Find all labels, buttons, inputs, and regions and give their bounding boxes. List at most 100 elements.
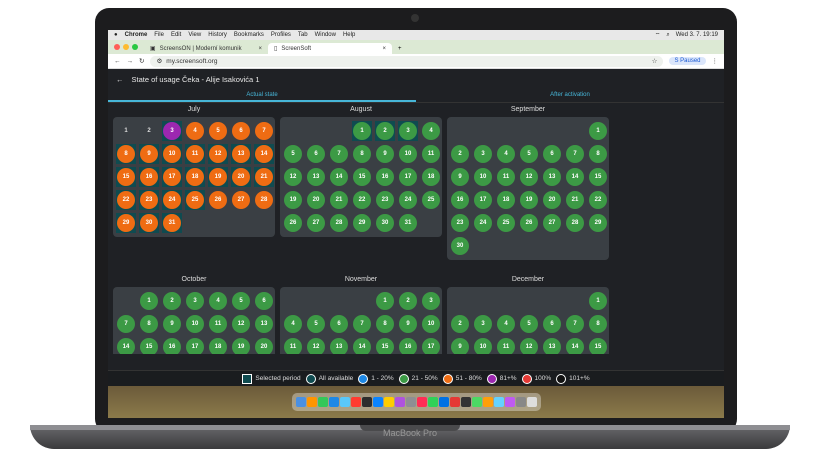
day-cell[interactable]: 14 bbox=[116, 337, 136, 354]
day-29[interactable]: 29 bbox=[589, 214, 607, 232]
day-cell[interactable]: 3 bbox=[421, 291, 441, 311]
day-cell[interactable]: 23 bbox=[375, 190, 395, 210]
day-cell[interactable]: 27 bbox=[542, 213, 562, 233]
day-14[interactable]: 14 bbox=[330, 168, 348, 186]
day-4[interactable]: 4 bbox=[422, 122, 440, 140]
day-4[interactable]: 4 bbox=[497, 315, 515, 333]
day-cell[interactable]: 4 bbox=[496, 314, 516, 334]
day-8[interactable]: 8 bbox=[140, 315, 158, 333]
day-19[interactable]: 19 bbox=[209, 168, 227, 186]
day-cell[interactable]: 6 bbox=[306, 144, 326, 164]
day-cell[interactable]: 2 bbox=[398, 291, 418, 311]
day-26[interactable]: 26 bbox=[520, 214, 538, 232]
day-2[interactable]: 2 bbox=[451, 315, 469, 333]
day-11[interactable]: 11 bbox=[186, 145, 204, 163]
day-20[interactable]: 20 bbox=[543, 191, 561, 209]
day-cell[interactable]: 30 bbox=[375, 213, 395, 233]
day-13[interactable]: 13 bbox=[543, 338, 561, 354]
day-18[interactable]: 18 bbox=[422, 168, 440, 186]
day-cell[interactable]: 6 bbox=[254, 291, 274, 311]
day-cell[interactable]: 11 bbox=[496, 337, 516, 354]
day-5[interactable]: 5 bbox=[307, 315, 325, 333]
zoom-window-button[interactable] bbox=[132, 44, 138, 50]
day-cell[interactable]: 8 bbox=[588, 314, 608, 334]
dock-app-icon[interactable] bbox=[339, 397, 350, 407]
day-8[interactable]: 8 bbox=[353, 145, 371, 163]
day-cell[interactable]: 5 bbox=[519, 144, 539, 164]
day-cell[interactable]: 13 bbox=[542, 337, 562, 354]
day-5[interactable]: 5 bbox=[520, 145, 538, 163]
day-10[interactable]: 10 bbox=[422, 315, 440, 333]
day-15[interactable]: 15 bbox=[353, 168, 371, 186]
day-14[interactable]: 14 bbox=[255, 145, 273, 163]
day-cell[interactable]: 30 bbox=[139, 213, 159, 233]
day-cell[interactable]: 9 bbox=[398, 314, 418, 334]
day-1[interactable]: 1 bbox=[589, 122, 607, 140]
day-cell[interactable]: 28 bbox=[565, 213, 585, 233]
day-12[interactable]: 12 bbox=[232, 315, 250, 333]
day-cell[interactable]: 31 bbox=[162, 213, 182, 233]
day-cell[interactable]: 3 bbox=[473, 144, 493, 164]
menu-item-edit[interactable]: Edit bbox=[171, 32, 181, 38]
day-7[interactable]: 7 bbox=[566, 145, 584, 163]
day-8[interactable]: 8 bbox=[117, 145, 135, 163]
day-cell[interactable]: 28 bbox=[329, 213, 349, 233]
dock-app-icon[interactable] bbox=[427, 397, 438, 407]
day-18[interactable]: 18 bbox=[497, 191, 515, 209]
day-cell[interactable]: 5 bbox=[519, 314, 539, 334]
day-cell[interactable]: 25 bbox=[185, 190, 205, 210]
day-cell[interactable]: 16 bbox=[398, 337, 418, 354]
day-cell[interactable]: 17 bbox=[185, 337, 205, 354]
dock-app-icon[interactable] bbox=[471, 397, 482, 407]
day-cell[interactable]: 23 bbox=[450, 213, 470, 233]
day-5[interactable]: 5 bbox=[284, 145, 302, 163]
dock-app-icon[interactable] bbox=[482, 397, 493, 407]
day-cell[interactable]: 2 bbox=[139, 121, 159, 141]
day-7[interactable]: 7 bbox=[255, 122, 273, 140]
day-cell[interactable]: 9 bbox=[450, 337, 470, 354]
day-3[interactable]: 3 bbox=[399, 122, 417, 140]
day-cell[interactable]: 4 bbox=[496, 144, 516, 164]
day-cell[interactable]: 16 bbox=[375, 167, 395, 187]
day-cell[interactable]: 15 bbox=[352, 167, 372, 187]
day-22[interactable]: 22 bbox=[353, 191, 371, 209]
day-7[interactable]: 7 bbox=[353, 315, 371, 333]
day-cell[interactable]: 3 bbox=[398, 121, 418, 141]
profile-paused-button[interactable]: S Paused bbox=[669, 57, 706, 65]
day-cell[interactable]: 11 bbox=[496, 167, 516, 187]
day-cell[interactable]: 12 bbox=[519, 167, 539, 187]
day-6[interactable]: 6 bbox=[307, 145, 325, 163]
day-cell[interactable]: 13 bbox=[329, 337, 349, 354]
day-cell[interactable]: 16 bbox=[450, 190, 470, 210]
day-9[interactable]: 9 bbox=[140, 145, 158, 163]
day-cell[interactable]: 4 bbox=[283, 314, 303, 334]
day-23[interactable]: 23 bbox=[376, 191, 394, 209]
day-9[interactable]: 9 bbox=[163, 315, 181, 333]
back-arrow-icon[interactable]: ← bbox=[114, 58, 121, 65]
tab-after-activation[interactable]: After activation bbox=[416, 89, 724, 102]
day-17[interactable]: 17 bbox=[163, 168, 181, 186]
close-window-button[interactable] bbox=[114, 44, 120, 50]
day-22[interactable]: 22 bbox=[589, 191, 607, 209]
day-23[interactable]: 23 bbox=[140, 191, 158, 209]
day-cell[interactable]: 7 bbox=[565, 144, 585, 164]
day-9[interactable]: 9 bbox=[451, 168, 469, 186]
day-10[interactable]: 10 bbox=[474, 338, 492, 354]
day-cell[interactable]: 14 bbox=[329, 167, 349, 187]
day-cell[interactable]: 24 bbox=[473, 213, 493, 233]
dock-app-icon[interactable] bbox=[515, 397, 526, 407]
day-cell[interactable]: 18 bbox=[496, 190, 516, 210]
day-17[interactable]: 17 bbox=[186, 338, 204, 354]
day-26[interactable]: 26 bbox=[209, 191, 227, 209]
day-23[interactable]: 23 bbox=[451, 214, 469, 232]
day-cell[interactable]: 22 bbox=[588, 190, 608, 210]
day-16[interactable]: 16 bbox=[376, 168, 394, 186]
day-1[interactable]: 1 bbox=[140, 292, 158, 310]
day-14[interactable]: 14 bbox=[353, 338, 371, 354]
day-27[interactable]: 27 bbox=[543, 214, 561, 232]
day-cell[interactable]: 12 bbox=[231, 314, 251, 334]
menu-item-profiles[interactable]: Profiles bbox=[271, 32, 291, 38]
day-cell[interactable]: 26 bbox=[519, 213, 539, 233]
day-cell[interactable]: 10 bbox=[162, 144, 182, 164]
menu-item-bookmarks[interactable]: Bookmarks bbox=[234, 32, 264, 38]
